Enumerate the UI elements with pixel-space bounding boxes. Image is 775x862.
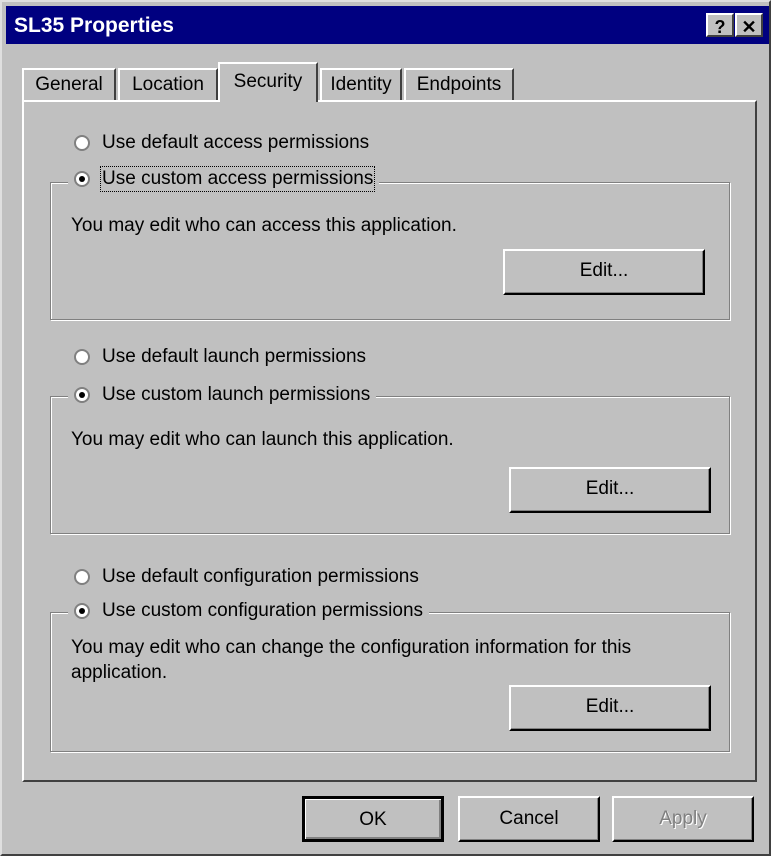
radio-selected-icon	[74, 603, 90, 619]
tab-security[interactable]: Security	[218, 62, 318, 102]
configuration-description: You may edit who can change the configur…	[71, 637, 632, 683]
help-button[interactable]: ?	[706, 13, 734, 37]
access-default-radio[interactable]: Use default access permissions	[74, 132, 369, 154]
title-bar[interactable]: SL35 Properties ? ✕	[6, 6, 769, 44]
tab-general[interactable]: General	[22, 68, 116, 102]
security-tab-panel: Use default access permissions You may e…	[22, 100, 757, 782]
launch-edit-button[interactable]: Edit...	[509, 467, 711, 513]
radio-icon	[74, 569, 90, 585]
access-permissions-group: You may edit who can access this applica…	[50, 182, 730, 320]
radio-icon	[74, 349, 90, 365]
tab-endpoints[interactable]: Endpoints	[404, 68, 514, 102]
launch-default-radio[interactable]: Use default launch permissions	[74, 346, 366, 368]
close-button[interactable]: ✕	[735, 13, 763, 37]
configuration-edit-button[interactable]: Edit...	[509, 685, 711, 731]
cancel-button[interactable]: Cancel	[458, 796, 600, 842]
tab-identity[interactable]: Identity	[320, 68, 402, 102]
access-edit-button[interactable]: Edit...	[503, 249, 705, 295]
access-description: You may edit who can access this applica…	[71, 215, 457, 236]
configuration-custom-radio[interactable]: Use custom configuration permissions	[68, 600, 430, 622]
configuration-permissions-group: You may edit who can change the configur…	[50, 612, 730, 752]
radio-selected-icon	[74, 171, 90, 187]
properties-dialog: SL35 Properties ? ✕ General Location Sec…	[0, 0, 771, 856]
tab-location[interactable]: Location	[118, 68, 218, 102]
configuration-default-radio[interactable]: Use default configuration permissions	[74, 566, 419, 588]
apply-button[interactable]: Apply	[612, 796, 754, 842]
window-title: SL35 Properties	[14, 14, 174, 37]
launch-custom-radio[interactable]: Use custom launch permissions	[68, 384, 377, 406]
launch-permissions-group: You may edit who can launch this applica…	[50, 396, 730, 534]
radio-selected-icon	[74, 387, 90, 403]
launch-description: You may edit who can launch this applica…	[71, 429, 454, 450]
access-custom-radio[interactable]: Use custom access permissions	[68, 166, 380, 192]
radio-icon	[74, 135, 90, 151]
ok-button[interactable]: OK	[302, 796, 444, 842]
